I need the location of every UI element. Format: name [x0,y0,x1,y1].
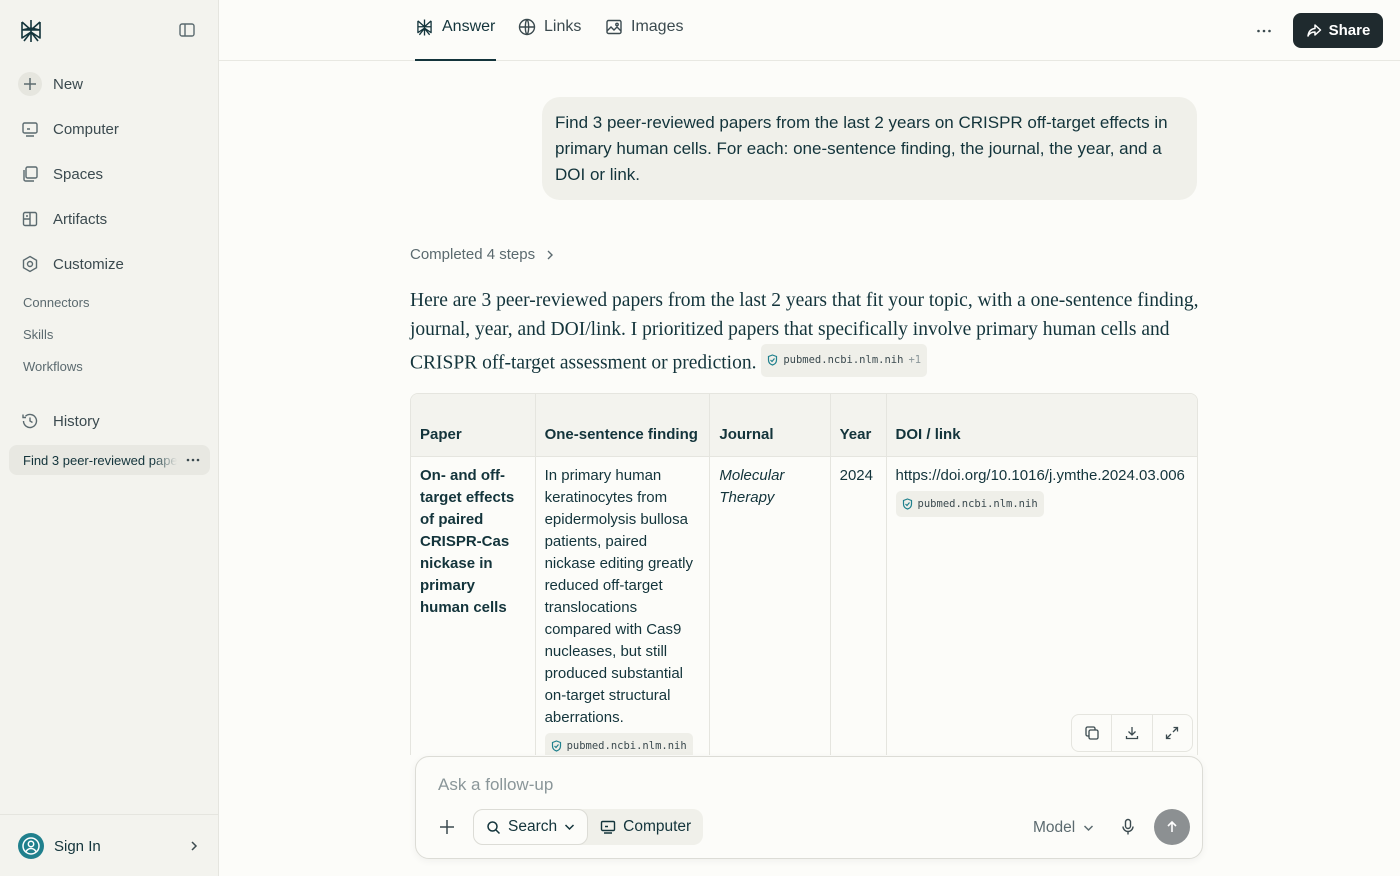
column-header: Year [830,394,887,457]
sidebar-item-workflows[interactable]: Workflows [23,359,83,374]
paper-title-cell: On- and off-target effects of paired CRI… [411,456,536,755]
answer-paragraph: Here are 3 peer-reviewed papers from the… [410,287,1210,378]
tab-label: Images [631,18,684,35]
chevron-down-icon [1083,824,1094,832]
column-header: Paper [411,394,536,457]
mode-selector: Search Computer [473,809,704,845]
top-bar: Answer Links Images Share [219,0,1400,61]
follow-up-input[interactable] [438,775,1038,795]
tab-label: Links [544,18,582,35]
sidebar-item-history[interactable]: History [18,406,100,436]
expand-icon[interactable] [1153,715,1192,751]
sidebar-item-label: Computer [53,120,119,138]
year-cell: 2024 [830,456,887,755]
more-options-icon[interactable] [1255,22,1273,40]
table-toolbar [1071,714,1193,752]
tab-answer[interactable]: Answer [415,18,496,61]
sidebar-item-skills[interactable]: Skills [23,327,53,342]
search-mode-button[interactable]: Search [473,809,589,845]
citation-badge[interactable]: pubmed.ncbi.nlm.nih [544,732,693,755]
journal-cell: Molecular Therapy [709,456,831,755]
share-label: Share [1328,22,1371,39]
column-header: Journal [709,394,831,457]
chevron-right-icon [545,249,555,261]
globe-icon [518,18,536,36]
sidebar-item-label: Artifacts [53,210,108,228]
new-label: New [53,75,84,93]
search-mode-label: Search [508,818,558,835]
user-query: Find 3 peer-reviewed papers from the las… [542,97,1197,200]
model-selector[interactable]: Model [1033,819,1094,837]
thread-title: Find 3 peer-reviewed papers from the las… [23,452,177,468]
sidebar-item-spaces[interactable]: Spaces [18,159,103,189]
shield-check-icon [551,739,562,752]
hexagon-settings-icon [18,252,42,276]
monitor-icon [18,117,42,141]
history-thread-item[interactable]: Find 3 peer-reviewed papers from the las… [9,445,210,475]
sidebar-item-label: Customize [53,255,124,273]
tab-label: Answer [442,18,496,35]
column-header: One-sentence finding [535,394,711,457]
table-header-row: Paper One-sentence finding Journal Year … [411,394,1197,457]
sidebar-item-artifacts[interactable]: Artifacts [18,204,107,234]
more-options-icon[interactable] [186,454,200,466]
copy-icon[interactable] [1072,715,1113,751]
column-header: DOI / link [886,394,1197,457]
chevron-down-icon [564,823,575,831]
send-button[interactable] [1154,809,1190,845]
history-icon [18,409,42,433]
citation-source: pubmed.ncbi.nlm.nih [783,354,904,366]
finding-text: In primary human keratinocytes from epid… [544,466,693,726]
citation-badge[interactable]: pubmed.ncbi.nlm.nih +1 [761,344,928,377]
new-thread-button[interactable]: New [18,69,83,99]
monitor-icon [600,819,616,835]
collapse-sidebar-icon[interactable] [178,21,198,41]
avatar [18,833,44,859]
table-row: On- and off-target effects of paired CRI… [411,456,1197,755]
doi-link[interactable]: https://doi.org/10.1016/j.ymthe.2024.03.… [896,465,1188,487]
computer-mode-button[interactable]: Computer [588,809,703,845]
arrow-up-icon [1165,820,1179,834]
sign-in-button[interactable]: Sign In [18,833,101,859]
plus-icon [18,72,42,96]
steps-label: Completed 4 steps [410,246,536,263]
microphone-icon[interactable] [1120,818,1136,836]
artifacts-icon [18,207,42,231]
computer-mode-label: Computer [623,818,692,835]
sign-in-label: Sign In [54,837,101,855]
search-icon [486,820,501,835]
tab-images[interactable]: Images [605,18,683,61]
citation-extra-count: +1 [908,354,922,366]
shield-check-icon [902,497,913,510]
citation-source: pubmed.ncbi.nlm.nih [917,497,1038,510]
logo-icon[interactable] [18,18,44,44]
download-icon[interactable] [1112,715,1153,751]
shield-check-icon [767,354,778,366]
table: Paper One-sentence finding Journal Year … [411,394,1197,755]
sidebar-item-computer[interactable]: Computer [18,114,119,144]
sidebar-item-customize[interactable]: Customize [18,249,124,279]
sidebar-footer: Sign In [0,814,218,876]
sidebar-item-label: History [53,412,100,430]
tab-links[interactable]: Links [518,18,581,61]
sidebar-item-connectors[interactable]: Connectors [23,295,89,310]
doi-cell: https://doi.org/10.1016/j.ymthe.2024.03.… [886,456,1197,755]
sidebar-item-label: Spaces [53,165,104,183]
attach-plus-icon[interactable] [438,818,456,836]
citation-badge[interactable]: pubmed.ncbi.nlm.nih [895,490,1044,517]
sidebar: New Computer Spaces Artifacts Customize … [0,0,219,876]
answer-logo-icon [415,18,434,37]
completed-steps-toggle[interactable]: Completed 4 steps [410,246,555,263]
citation-source: pubmed.ncbi.nlm.nih [566,739,687,752]
share-button[interactable]: Share [1293,13,1383,48]
image-icon [605,18,623,36]
chevron-right-icon[interactable] [189,840,199,852]
finding-cell: In primary human keratinocytes from epid… [535,456,711,755]
model-label: Model [1033,819,1076,836]
papers-table: Paper One-sentence finding Journal Year … [410,393,1198,755]
share-icon [1306,23,1322,39]
follow-up-composer: Search Computer Model [415,756,1203,859]
spaces-icon [18,162,42,186]
